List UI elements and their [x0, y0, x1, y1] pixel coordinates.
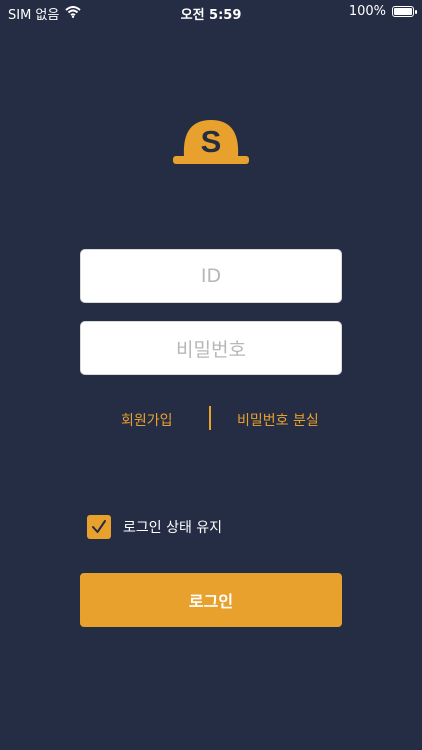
links-divider — [209, 406, 211, 430]
logo-letter: S — [201, 124, 222, 159]
login-button-label: 로그인 — [188, 592, 234, 611]
login-button[interactable]: 로그인 — [80, 573, 342, 627]
status-right: 100% — [348, 4, 417, 19]
password-placeholder: 비밀번호 — [176, 338, 246, 361]
id-placeholder: ID — [200, 265, 222, 287]
password-input[interactable]: 비밀번호 — [80, 321, 342, 375]
keep-login-label: 로그인 상태 유지 — [123, 520, 223, 536]
signup-link[interactable]: 회원가입 — [121, 410, 173, 430]
keep-login-checkbox[interactable] — [87, 515, 111, 539]
keep-login-row[interactable]: 로그인 상태 유지 — [87, 515, 222, 539]
battery-percent: 100% — [348, 4, 386, 19]
lost-password-link[interactable]: 비밀번호 분실 — [237, 410, 319, 430]
checkmark-icon — [92, 520, 106, 533]
battery-icon — [392, 6, 417, 17]
status-bar: SIM 없음 오전 5:59 100% — [0, 0, 422, 24]
auth-links: 회원가입 비밀번호 분실 — [0, 406, 422, 432]
hard-hat-logo-icon: S — [172, 116, 250, 166]
id-input[interactable]: ID — [80, 249, 342, 303]
